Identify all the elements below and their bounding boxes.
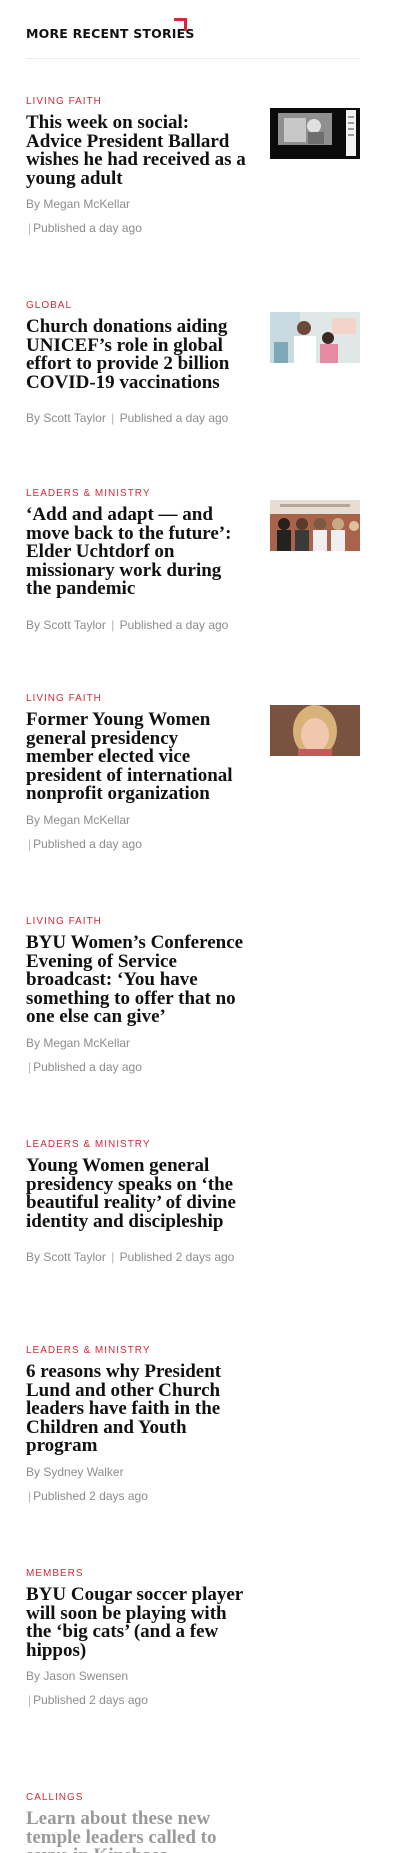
story-byline: By Scott Taylor | Published 2 days ago <box>26 1249 248 1265</box>
story-byline: By Megan McKellar <box>26 196 248 212</box>
story-thumbnail[interactable] <box>270 500 360 551</box>
story-published: | Published a day ago <box>26 220 248 236</box>
author-name[interactable]: By Jason Swensen <box>26 1669 128 1683</box>
story-published: | Published a day ago <box>26 1059 248 1075</box>
story-byline: By Scott Taylor | Published a day ago <box>26 617 248 633</box>
author-name[interactable]: By Sydney Walker <box>26 1465 124 1479</box>
author-name[interactable]: By Scott Taylor <box>26 411 106 425</box>
story-category[interactable]: GLOBAL <box>26 300 248 312</box>
section-title: MORE RECENT STORIES <box>26 26 195 41</box>
story-thumbnail[interactable] <box>270 705 360 756</box>
publish-time: Published 2 days ago <box>33 1693 148 1707</box>
story-category[interactable]: LEADERS & MINISTRY <box>26 1345 248 1357</box>
story-headline[interactable]: Former Young Women general presidency me… <box>26 710 248 804</box>
story-category[interactable]: LIVING FAITH <box>26 916 248 928</box>
publish-time: Published 2 days ago <box>33 1488 148 1503</box>
author-name[interactable]: By Scott Taylor <box>26 618 106 632</box>
author-name[interactable]: By Megan McKellar <box>26 197 130 211</box>
author-name[interactable]: By Megan McKellar <box>26 813 130 827</box>
story-category[interactable]: LEADERS & MINISTRY <box>26 1139 248 1151</box>
story-headline[interactable]: Young Women general presidency speaks on… <box>26 1156 248 1231</box>
corner-accent-icon <box>174 18 187 31</box>
story-published: | Published 2 days ago <box>26 1488 248 1504</box>
story-byline: By Sydney Walker <box>26 1464 248 1480</box>
story-item[interactable]: LIVING FAITH Former Young Women general … <box>26 693 360 863</box>
story-item[interactable]: LEADERS & MINISTRY 6 reasons why Preside… <box>26 1345 360 1525</box>
story-byline: By Megan McKellar <box>26 812 248 828</box>
separator: | <box>107 1250 118 1264</box>
story-headline[interactable]: BYU Women’s Conference Evening of Servic… <box>26 933 248 1027</box>
story-category[interactable]: MEMBERS <box>26 1568 248 1580</box>
story-thumbnail[interactable] <box>270 312 360 363</box>
story-headline[interactable]: BYU Cougar soccer player will soon be pl… <box>26 1585 248 1660</box>
story-category[interactable]: CALLINGS <box>26 1792 248 1804</box>
story-headline[interactable]: This week on social: Advice President Ba… <box>26 113 248 188</box>
publish-time: Published a day ago <box>119 617 229 632</box>
story-byline: By Megan McKellar <box>26 1035 248 1051</box>
publish-time: Published a day ago <box>33 221 142 235</box>
section-header: MORE RECENT STORIES <box>26 18 360 59</box>
publish-time: Published a day ago <box>119 411 229 425</box>
story-headline[interactable]: ‘Add and adapt — and move back to the fu… <box>26 505 248 599</box>
separator: | <box>107 617 118 632</box>
publish-time: Published a day ago <box>33 836 142 851</box>
story-item[interactable]: LEADERS & MINISTRY Young Women general p… <box>26 1139 360 1289</box>
story-headline[interactable]: 6 reasons why President Lund and other C… <box>26 1362 248 1456</box>
story-item[interactable]: MEMBERS BYU Cougar soccer player will so… <box>26 1568 360 1718</box>
story-item[interactable]: CALLINGS Learn about these new temple le… <box>26 1792 360 1853</box>
story-item[interactable]: LIVING FAITH BYU Women’s Conference Even… <box>26 916 360 1074</box>
story-thumbnail[interactable] <box>270 108 360 159</box>
story-headline[interactable]: Learn about these new temple leaders cal… <box>26 1809 248 1853</box>
separator: | <box>107 411 118 425</box>
publish-time: Published 2 days ago <box>119 1250 235 1264</box>
publish-time: Published a day ago <box>33 1059 142 1074</box>
story-category[interactable]: LIVING FAITH <box>26 96 248 108</box>
story-item[interactable]: LEADERS & MINISTRY ‘Add and adapt — and … <box>26 488 360 648</box>
story-item[interactable]: GLOBAL Church donations aiding UNICEF’s … <box>26 300 360 430</box>
story-byline: By Scott Taylor | Published a day ago <box>26 410 248 426</box>
author-name[interactable]: By Scott Taylor <box>26 1250 106 1264</box>
story-category[interactable]: LEADERS & MINISTRY <box>26 488 248 500</box>
story-headline[interactable]: Church donations aiding UNICEF’s role in… <box>26 317 248 392</box>
story-byline: By Jason Swensen <box>26 1668 248 1684</box>
story-published: | Published 2 days ago <box>26 1692 248 1708</box>
author-name[interactable]: By Megan McKellar <box>26 1036 130 1050</box>
story-category[interactable]: LIVING FAITH <box>26 693 248 705</box>
story-item[interactable]: LIVING FAITH This week on social: Advice… <box>26 96 360 246</box>
story-published: | Published a day ago <box>26 836 248 852</box>
